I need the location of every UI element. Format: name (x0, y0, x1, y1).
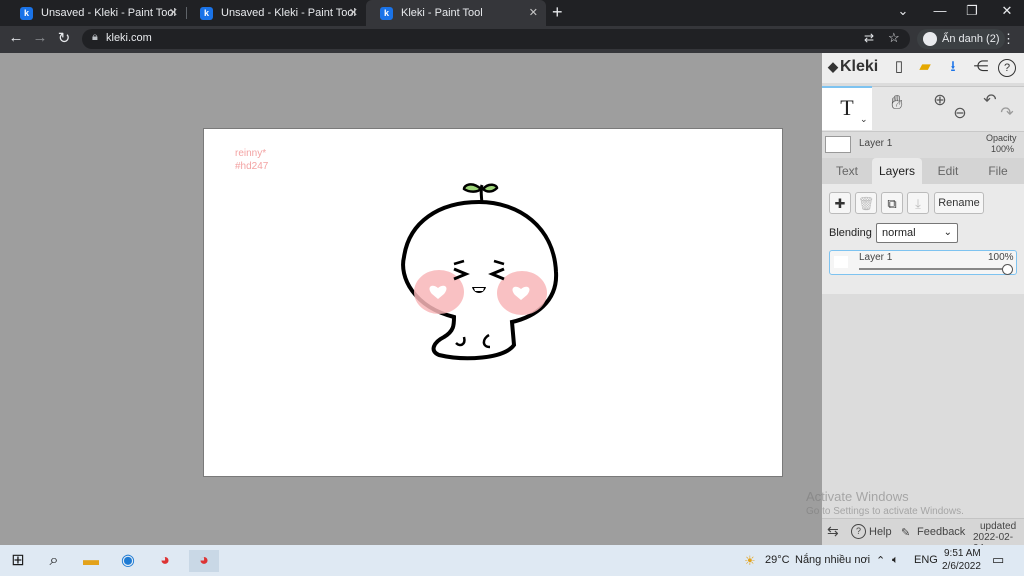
help-circle-icon[interactable]: ? (851, 524, 866, 539)
url-text[interactable]: kleki.com (106, 32, 152, 44)
address-bar[interactable] (82, 29, 910, 49)
feedback-icon[interactable]: ✎ (901, 526, 910, 539)
language-indicator[interactable]: ENG (914, 554, 938, 566)
chevron-down-icon[interactable]: ⌄ (860, 114, 868, 125)
layer-item-thumbnail (834, 256, 848, 268)
forward-icon[interactable]: → (30, 29, 50, 46)
open-folder-icon[interactable]: ▰ (914, 56, 936, 78)
share-icon[interactable]: ⋲ (970, 56, 992, 78)
incognito-icon (923, 32, 937, 46)
tab-file[interactable]: File (973, 158, 1023, 184)
blending-label: Blending (829, 227, 872, 239)
bookmark-star-icon[interactable]: ☆ (888, 30, 900, 46)
activate-windows-title: Activate Windows (806, 489, 909, 504)
merge-down-icon[interactable]: ⤓ (907, 192, 929, 214)
search-icon[interactable]: ⌕ (43, 550, 65, 572)
incognito-profile-button[interactable]: Ẩn danh (2) (917, 29, 1006, 49)
feedback-link[interactable]: Feedback (917, 526, 965, 538)
reload-icon[interactable]: ↻ (54, 29, 74, 47)
duplicate-layer-icon[interactable]: ⧉ (881, 192, 903, 214)
clock-time[interactable]: 9:51 AM (944, 548, 981, 559)
close-tab-icon[interactable]: ✕ (169, 6, 178, 19)
layer-item-name: Layer 1 (859, 252, 893, 263)
redo-icon[interactable]: ↷ (992, 103, 1022, 123)
volume-icon[interactable]: 🔈︎ (892, 554, 899, 567)
tab-text[interactable]: Text (822, 158, 872, 184)
windows-start-icon[interactable]: ⊞ (7, 550, 29, 572)
translate-icon[interactable]: ⇄ (864, 31, 874, 45)
restore-icon[interactable]: ❐ (957, 3, 987, 19)
logo-text: Kleki (840, 58, 879, 75)
zoom-out-icon[interactable]: ⊖ (945, 103, 975, 123)
chevron-up-icon[interactable]: ⌃ (876, 554, 885, 567)
layer-opacity-slider[interactable] (859, 268, 1009, 270)
close-tab-icon[interactable]: ✕ (529, 6, 538, 19)
tab-title: Kleki - Paint Tool (401, 7, 483, 19)
menu-kebab-icon[interactable]: ⋮ (1002, 31, 1015, 47)
kleki-favicon-icon: k (200, 6, 213, 20)
back-icon[interactable]: ← (6, 29, 26, 46)
tab-layers[interactable]: Layers (872, 158, 922, 184)
watermark-line-2: #hd247 (235, 161, 269, 172)
tab-search-icon[interactable]: ⌄ (888, 3, 918, 19)
character-drawing (401, 183, 559, 361)
chevron-down-icon: ⌄ (943, 227, 952, 238)
file-explorer-icon[interactable]: ▬ (80, 550, 102, 572)
blending-select[interactable]: normal ⌄ (876, 223, 958, 243)
chrome-icon[interactable]: ◕ (154, 550, 176, 572)
updated-label: updated (980, 521, 1017, 532)
delete-layer-icon[interactable]: 🗑︎ (855, 192, 877, 214)
drawing-canvas[interactable]: reinny* #hd247 (203, 128, 783, 477)
clock-date[interactable]: 2/6/2022 (942, 561, 981, 572)
profile-label: Ẩn danh (2) (942, 33, 1000, 45)
minimize-icon[interactable]: — (925, 3, 955, 18)
tab-edit[interactable]: Edit (923, 158, 973, 184)
current-layer-name: Layer 1 (859, 138, 893, 149)
opacity-label: Opacity (986, 133, 1017, 143)
layer-item-opacity: 100% (988, 252, 1014, 263)
close-tab-icon[interactable]: ✕ (349, 6, 358, 19)
browser-tab-3-active[interactable]: k Kleki - Paint Tool ✕ (366, 0, 546, 26)
browser-tab-1[interactable]: k Unsaved - Kleki - Paint Tool ✕ (6, 0, 186, 26)
edge-browser-icon[interactable]: ◉ (117, 550, 139, 572)
help-link[interactable]: Help (869, 526, 892, 538)
new-image-icon[interactable]: ▯ (888, 56, 910, 78)
tab-title: Unsaved - Kleki - Paint Tool (41, 7, 176, 19)
weather-icon[interactable]: ☀ (744, 553, 756, 569)
kleki-logo[interactable]: ◆ Kleki (828, 58, 878, 76)
slider-knob[interactable] (1002, 264, 1013, 275)
lock-icon[interactable]: 🔒︎ (92, 31, 98, 44)
new-tab-icon[interactable]: + (552, 2, 563, 23)
download-icon[interactable]: ⭳ (942, 56, 964, 78)
watermark-line-1: reinny* (235, 148, 267, 159)
help-icon[interactable]: ? (998, 59, 1016, 77)
notification-icon[interactable]: ▭ (992, 552, 1004, 568)
hand-tool-icon[interactable]: ✋︎ (882, 92, 912, 115)
opacity-value: 100% (991, 144, 1015, 154)
browser-tab-2[interactable]: k Unsaved - Kleki - Paint Tool ✕ (186, 0, 366, 26)
layer-thumbnail[interactable] (825, 136, 851, 153)
swap-icon[interactable]: ⇆ (827, 523, 839, 540)
kleki-logo-icon: ◆ (828, 59, 838, 74)
rename-button[interactable]: Rename (934, 192, 984, 214)
weather-temp[interactable]: 29°C (765, 554, 790, 566)
add-layer-icon[interactable]: ✚ (829, 192, 851, 214)
kleki-favicon-icon: k (380, 6, 393, 20)
kleki-favicon-icon: k (20, 6, 33, 20)
blending-value: normal (882, 227, 916, 239)
chrome-incognito-icon[interactable]: ◕ (189, 550, 219, 572)
close-window-icon[interactable]: ✕ (992, 3, 1022, 19)
activate-windows-text: Go to Settings to activate Windows. (806, 506, 964, 517)
weather-text[interactable]: Nắng nhiều nơi (795, 554, 870, 566)
tab-title: Unsaved - Kleki - Paint Tool (221, 7, 356, 19)
